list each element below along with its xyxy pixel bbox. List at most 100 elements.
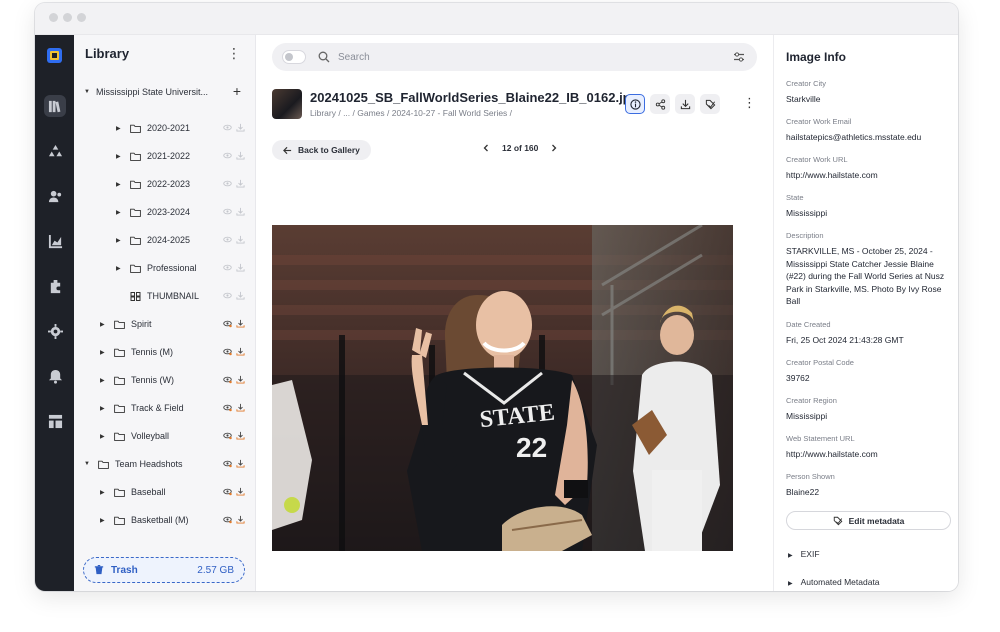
chevron-right-icon[interactable] <box>550 144 558 152</box>
download-icon[interactable] <box>236 179 245 188</box>
library-icon[interactable] <box>44 95 66 117</box>
caret-right-icon[interactable]: ▶ <box>116 153 124 160</box>
row-actions <box>223 263 245 272</box>
search-input[interactable]: Search <box>338 52 733 63</box>
caret-right-icon[interactable]: ▶ <box>116 125 124 132</box>
visibility-icon[interactable] <box>223 515 232 524</box>
visibility-icon[interactable] <box>223 179 232 188</box>
field-label: Description <box>786 231 824 240</box>
download-icon[interactable] <box>236 487 245 496</box>
download-icon[interactable] <box>236 375 245 384</box>
trash-button[interactable]: Trash 2.57 GB <box>83 557 245 583</box>
notifications-icon[interactable] <box>44 365 66 387</box>
caret-right-icon[interactable]: ▶ <box>100 321 108 328</box>
search-bar[interactable]: Search <box>272 43 757 71</box>
tree-item[interactable]: THUMBNAIL <box>74 285 255 307</box>
visibility-icon[interactable] <box>223 487 232 496</box>
folder-icon <box>130 124 141 133</box>
caret-right-icon[interactable]: ▶ <box>116 237 124 244</box>
download-icon[interactable] <box>236 151 245 160</box>
visibility-icon[interactable] <box>223 207 232 216</box>
visibility-icon[interactable] <box>223 431 232 440</box>
main-photo[interactable]: STATE 22 <box>272 225 733 551</box>
download-button[interactable] <box>675 94 695 114</box>
caret-down-icon[interactable]: ▼ <box>84 461 92 467</box>
tree-item[interactable]: ▼ Team Headshots <box>74 453 255 475</box>
visibility-icon[interactable] <box>223 123 232 132</box>
settings-icon[interactable] <box>44 320 66 342</box>
analytics-icon[interactable] <box>44 230 66 252</box>
caret-right-icon[interactable]: ▶ <box>116 265 124 272</box>
download-icon[interactable] <box>236 123 245 132</box>
folder-icon <box>114 320 125 329</box>
caret-right-icon[interactable]: ▶ <box>100 377 108 384</box>
visibility-icon[interactable] <box>223 263 232 272</box>
ai-search-toggle[interactable] <box>282 50 306 64</box>
caret-right-icon[interactable]: ▶ <box>100 405 108 412</box>
tree-item[interactable]: ▶ Volleyball <box>74 425 255 447</box>
filter-icon[interactable] <box>733 51 745 63</box>
exif-section-toggle[interactable]: ▶ EXIF <box>788 549 820 559</box>
tree-root[interactable]: ▼ Mississippi State Universit... + <box>74 81 255 103</box>
users-icon[interactable] <box>44 185 66 207</box>
window-dot[interactable] <box>77 13 86 22</box>
more-options-icon[interactable]: ⋮ <box>743 95 756 111</box>
tree-item[interactable]: ▶ 2024-2025 <box>74 229 255 251</box>
caret-right-icon[interactable]: ▶ <box>116 209 124 216</box>
collections-icon[interactable] <box>44 140 66 162</box>
visibility-icon[interactable] <box>223 347 232 356</box>
visibility-icon[interactable] <box>223 235 232 244</box>
download-icon[interactable] <box>236 403 245 412</box>
automated-metadata-section-toggle[interactable]: ▶ Automated Metadata <box>788 577 880 587</box>
info-button[interactable] <box>625 94 645 114</box>
caret-right-icon[interactable]: ▶ <box>100 517 108 524</box>
add-icon[interactable]: + <box>233 83 241 99</box>
visibility-icon[interactable] <box>223 403 232 412</box>
caret-right-icon[interactable]: ▶ <box>116 181 124 188</box>
caret-down-icon[interactable]: ▼ <box>84 89 92 95</box>
visibility-icon[interactable] <box>223 319 232 328</box>
visibility-icon[interactable] <box>223 375 232 384</box>
caret-right-icon[interactable]: ▶ <box>100 349 108 356</box>
back-to-gallery-button[interactable]: Back to Gallery <box>272 140 371 160</box>
tree-item[interactable]: ▶ Tennis (W) <box>74 369 255 391</box>
edit-metadata-button[interactable]: Edit metadata <box>786 511 951 530</box>
library-sidebar: Library ⋮ ▼ Mississippi State Universit.… <box>74 35 256 591</box>
caret-right-icon[interactable]: ▶ <box>100 489 108 496</box>
more-options-icon[interactable]: ⋮ <box>227 45 241 62</box>
share-button[interactable] <box>650 94 670 114</box>
jersey-number: 22 <box>516 432 547 463</box>
visibility-icon[interactable] <box>223 151 232 160</box>
tree-item[interactable]: ▶ Spirit <box>74 313 255 335</box>
download-icon[interactable] <box>236 347 245 356</box>
viewer-pane: Search 20241025_SB_FallWorldSeries_Blain… <box>256 35 773 591</box>
download-icon[interactable] <box>236 235 245 244</box>
tree-item[interactable]: ▶ Professional <box>74 257 255 279</box>
download-icon[interactable] <box>236 319 245 328</box>
tree-item[interactable]: ▶ Baseball <box>74 481 255 503</box>
tree-item[interactable]: ▶ Track & Field <box>74 397 255 419</box>
caret-right-icon[interactable]: ▶ <box>100 433 108 440</box>
tree-item[interactable]: ▶ 2022-2023 <box>74 173 255 195</box>
breadcrumb[interactable]: Library / ... / Games / 2024-10-27 - Fal… <box>310 108 512 118</box>
download-icon[interactable] <box>236 431 245 440</box>
tree-item[interactable]: ▶ 2021-2022 <box>74 145 255 167</box>
edit-tag-button[interactable] <box>700 94 720 114</box>
download-icon[interactable] <box>236 515 245 524</box>
download-icon[interactable] <box>236 459 245 468</box>
download-icon[interactable] <box>236 291 245 300</box>
tree-item[interactable]: ▶ 2023-2024 <box>74 201 255 223</box>
field-label: Person Shown <box>786 472 835 481</box>
download-icon[interactable] <box>236 207 245 216</box>
layout-icon[interactable] <box>44 410 66 432</box>
tree-item[interactable]: ▶ Tennis (M) <box>74 341 255 363</box>
chevron-left-icon[interactable] <box>482 144 490 152</box>
tree-item[interactable]: ▶ Basketball (M) <box>74 509 255 531</box>
visibility-icon[interactable] <box>223 291 232 300</box>
window-dot[interactable] <box>49 13 58 22</box>
tree-item[interactable]: ▶ 2020-2021 <box>74 117 255 139</box>
window-dot[interactable] <box>63 13 72 22</box>
integrations-icon[interactable] <box>44 275 66 297</box>
download-icon[interactable] <box>236 263 245 272</box>
visibility-icon[interactable] <box>223 459 232 468</box>
